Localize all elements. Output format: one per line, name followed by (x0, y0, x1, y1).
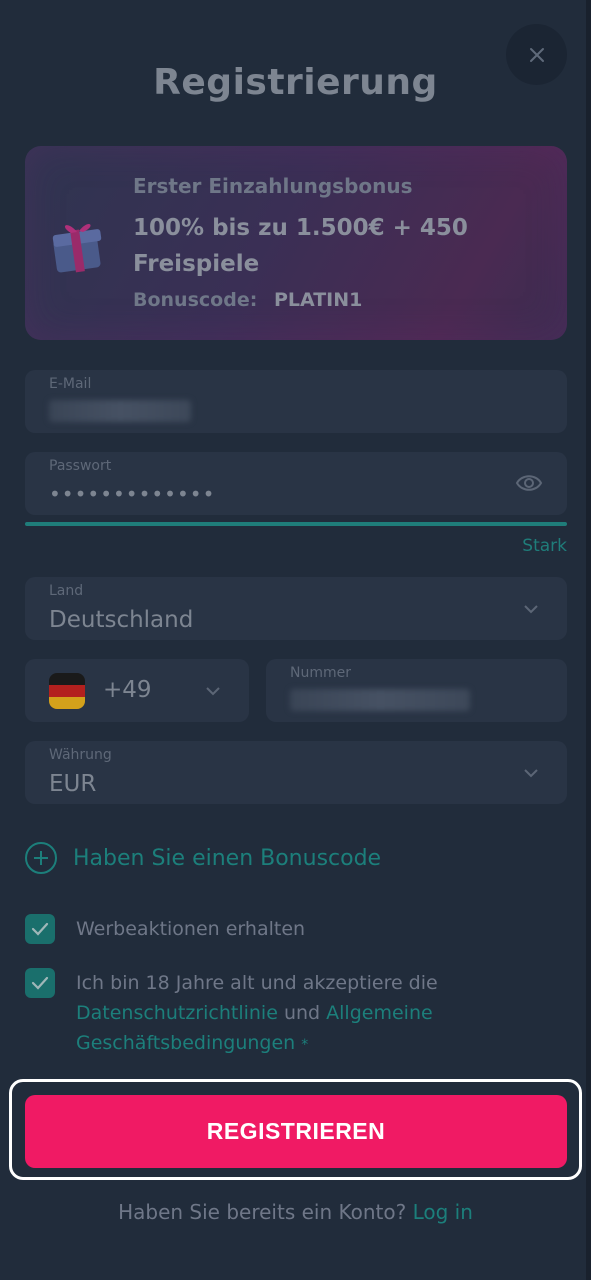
email-field[interactable]: E-Mail (25, 370, 567, 433)
country-value: Deutschland (49, 607, 194, 633)
bonus-headline: 100% bis zu 1.500€ + 450 Freispiele (133, 215, 468, 277)
email-value-redacted (49, 400, 191, 422)
password-strength-bar (25, 522, 567, 526)
eye-icon[interactable] (515, 472, 543, 494)
phone-number-redacted (290, 689, 470, 711)
bonus-code-value: PLATIN1 (273, 289, 363, 311)
privacy-policy-link[interactable]: Datenschutzrichtlinie (76, 1002, 278, 1024)
country-select[interactable]: Land Deutschland (25, 577, 567, 640)
terms-checkbox[interactable] (25, 968, 55, 998)
dial-code-value: +49 (103, 677, 152, 703)
chevron-down-icon (524, 605, 538, 614)
promotions-checkbox-label: Werbeaktionen erhalten (76, 918, 306, 940)
terms-checkbox-row: Ich bin 18 Jahre alt und akzeptiere die … (25, 968, 505, 1060)
chevron-down-icon (206, 687, 220, 696)
bonus-subtitle: Erster Einzahlungsbonus (133, 174, 413, 198)
terms-checkbox-label: Ich bin 18 Jahre alt und akzeptiere die … (76, 968, 505, 1060)
terms-text: Ich bin 18 Jahre alt und akzeptiere die (76, 972, 438, 994)
phone-number-field[interactable]: Nummer (266, 659, 567, 722)
plus-circle-icon (25, 842, 57, 874)
login-prompt-text: Haben Sie bereits ein Konto? (118, 1200, 407, 1224)
password-value: ••••••••••••• (49, 482, 216, 506)
currency-label: Währung (49, 747, 112, 763)
scrollbar[interactable] (586, 0, 591, 1280)
country-label: Land (49, 583, 84, 599)
page-title: Registrierung (153, 62, 438, 103)
currency-value: EUR (49, 771, 97, 797)
promotions-checkbox[interactable] (25, 914, 55, 944)
bonus-code-row: Bonuscode: PLATIN1 (133, 289, 362, 311)
currency-select[interactable]: Währung EUR (25, 741, 567, 804)
required-mark: * (301, 1037, 309, 1053)
email-label: E-Mail (49, 376, 92, 392)
login-prompt: Haben Sie bereits ein Konto? Log in (0, 1200, 591, 1224)
terms-connector: und (283, 1002, 321, 1024)
dial-code-select[interactable]: +49 (25, 659, 249, 722)
register-button[interactable]: REGISTRIEREN (25, 1095, 567, 1168)
promotions-checkbox-row: Werbeaktionen erhalten (25, 914, 305, 944)
gift-icon (52, 224, 102, 273)
password-label: Passwort (49, 458, 112, 474)
phone-number-label: Nummer (290, 665, 351, 681)
bonus-card: Erster Einzahlungsbonus 100% bis zu 1.50… (25, 146, 567, 340)
registration-modal: Registrierung Erster Einzahlungsbonus 10… (0, 0, 591, 1280)
login-link[interactable]: Log in (413, 1200, 473, 1224)
germany-flag-icon (49, 673, 85, 709)
checkmark-icon (31, 976, 49, 990)
chevron-down-icon (524, 769, 538, 778)
checkmark-icon (31, 922, 49, 936)
bonus-code-link[interactable]: Haben Sie einen Bonuscode (25, 842, 381, 874)
password-strength-label: Stark (522, 536, 567, 556)
close-icon (529, 47, 544, 62)
password-field[interactable]: Passwort ••••••••••••• (25, 452, 567, 515)
bonus-code-link-label: Haben Sie einen Bonuscode (73, 845, 382, 871)
bonus-code-label: Bonuscode: (133, 289, 258, 311)
